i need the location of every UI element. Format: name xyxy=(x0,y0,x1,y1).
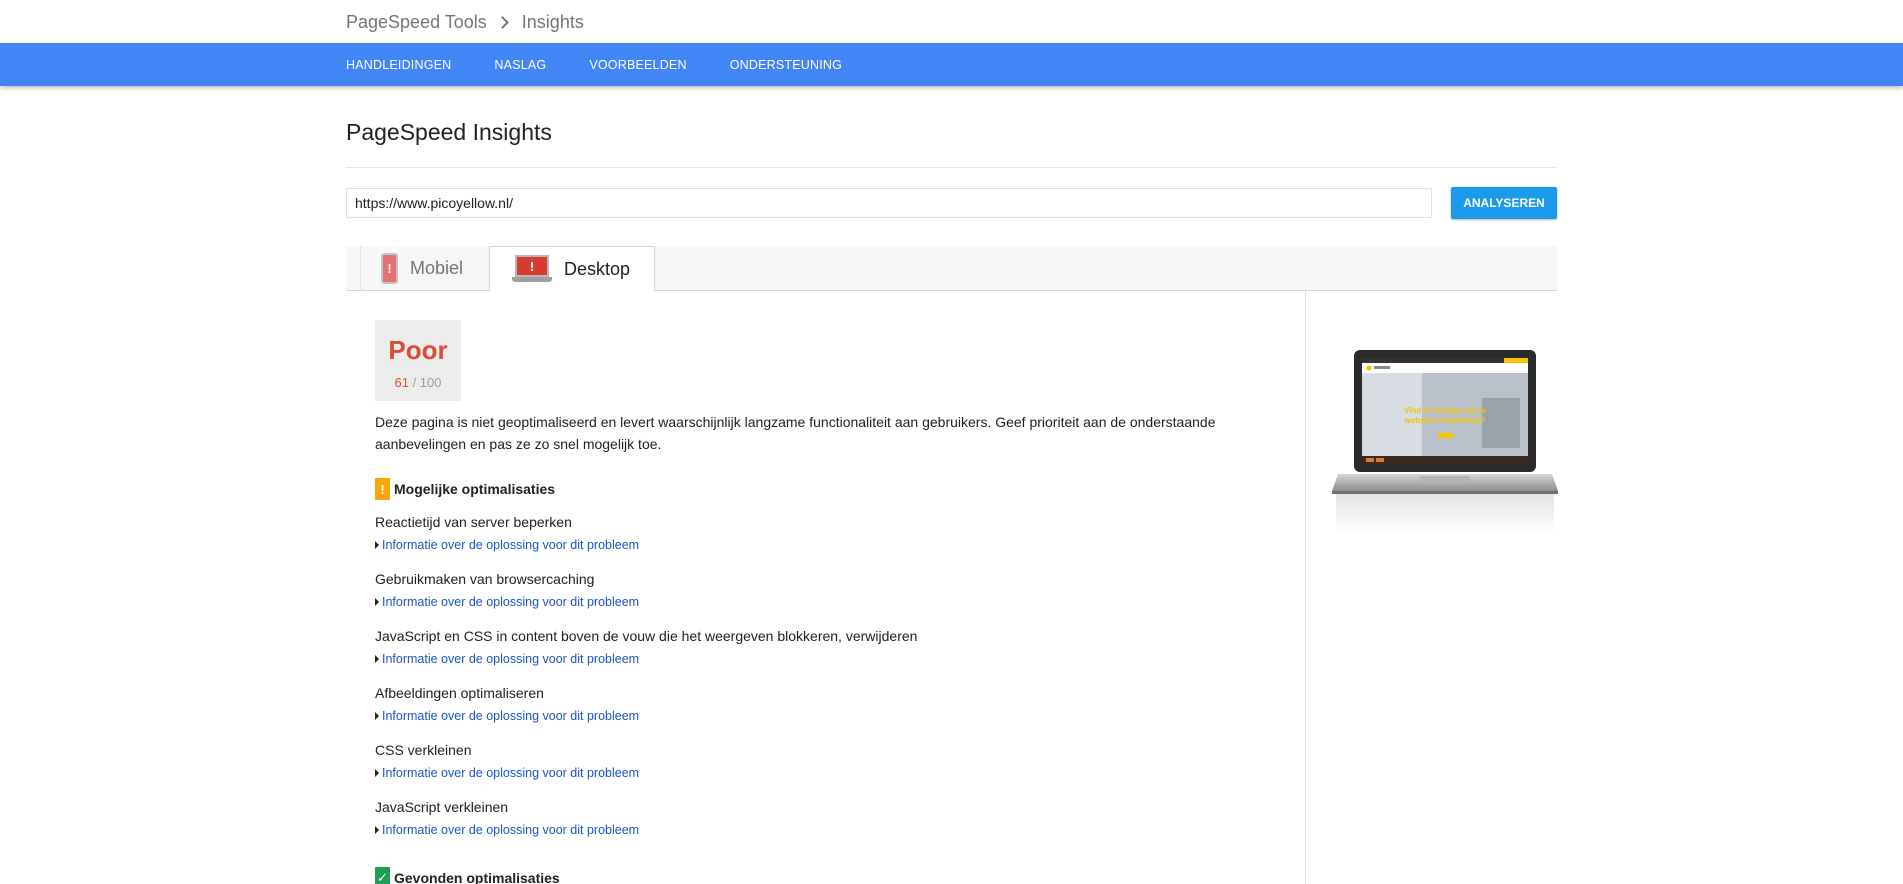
tab-mobile[interactable]: ! Mobiel xyxy=(360,246,488,291)
found-optimizations-label: Gevonden optimalisaties xyxy=(394,870,560,884)
warning-icon: ! xyxy=(375,478,390,500)
list-item: Reactietijd van server beperken Informat… xyxy=(375,514,639,552)
laptop-screenshot-icon: Vind in Google met je website of webshop… xyxy=(1332,350,1558,534)
main-nav: HANDLEIDINGEN NASLAG VOORBEELDEN ONDERST… xyxy=(0,43,1903,86)
possible-optimizations-label: Mogelijke optimalisaties xyxy=(394,481,556,497)
caret-right-icon xyxy=(375,826,379,834)
score-number: 61 / 100 xyxy=(375,375,461,390)
rule-title: Gebruikmaken van browsercaching xyxy=(375,571,595,587)
rule-details-link[interactable]: Informatie over de oplossing voor dit pr… xyxy=(375,766,639,780)
rule-title: Afbeeldingen optimaliseren xyxy=(375,685,544,701)
list-item: JavaScript en CSS in content boven de vo… xyxy=(375,628,917,666)
rule-details-link[interactable]: Informatie over de oplossing voor dit pr… xyxy=(375,538,639,552)
score-verdict: Poor xyxy=(388,335,448,365)
nav-item-handleidingen[interactable]: HANDLEIDINGEN xyxy=(346,58,451,72)
preview-headline-line2: website of webshop? xyxy=(1404,416,1486,425)
score-value: 61 xyxy=(394,375,409,390)
rule-details-link[interactable]: Informatie over de oplossing voor dit pr… xyxy=(375,595,639,609)
caret-right-icon xyxy=(375,541,379,549)
tab-desktop[interactable]: ! Desktop xyxy=(489,246,655,292)
title-divider xyxy=(346,167,1557,168)
nav-item-ondersteuning[interactable]: ONDERSTEUNING xyxy=(730,58,842,72)
preview-headline-line1: Vind in Google met je xyxy=(1404,406,1486,415)
page-title: PageSpeed Insights xyxy=(346,119,552,145)
rule-title: Reactietijd van server beperken xyxy=(375,514,572,530)
rule-title: CSS verkleinen xyxy=(375,742,472,758)
breadcrumb: PageSpeed Tools Insights xyxy=(346,12,584,33)
list-item: CSS verkleinen Informatie over de oploss… xyxy=(375,742,639,780)
caret-right-icon xyxy=(375,598,379,606)
rule-details-link[interactable]: Informatie over de oplossing voor dit pr… xyxy=(375,652,917,666)
score-max: / 100 xyxy=(412,375,442,390)
checkmark-icon: ✓ xyxy=(375,867,390,884)
list-item: Afbeeldingen optimaliseren Informatie ov… xyxy=(375,685,639,723)
mobile-warning-icon: ! xyxy=(381,253,398,284)
chevron-right-icon xyxy=(495,16,509,29)
device-tabs: ! Mobiel ! Desktop xyxy=(346,246,1557,292)
score-badge: Poor 61 / 100 xyxy=(375,320,461,401)
caret-right-icon xyxy=(375,655,379,663)
desktop-warning-icon: ! xyxy=(512,255,552,283)
rule-title: JavaScript verkleinen xyxy=(375,799,509,815)
rule-details-link[interactable]: Informatie over de oplossing voor dit pr… xyxy=(375,709,639,723)
nav-item-voorbeelden[interactable]: VOORBEELDEN xyxy=(589,58,686,72)
list-item: JavaScript verkleinen Informatie over de… xyxy=(375,799,639,837)
nav-item-naslag[interactable]: NASLAG xyxy=(494,58,546,72)
analyze-button[interactable]: ANALYSEREN xyxy=(1451,187,1557,219)
tab-mobile-label: Mobiel xyxy=(410,258,464,278)
caret-right-icon xyxy=(375,769,379,777)
url-input[interactable] xyxy=(346,188,1432,218)
found-optimizations-heading: ✓ Gevonden optimalisaties xyxy=(375,867,560,884)
column-divider xyxy=(1305,291,1306,884)
rule-details-link[interactable]: Informatie over de oplossing voor dit pr… xyxy=(375,823,639,837)
breadcrumb-insights[interactable]: Insights xyxy=(522,12,584,33)
caret-right-icon xyxy=(375,712,379,720)
rule-title: JavaScript en CSS in content boven de vo… xyxy=(375,628,918,644)
top-bar: PageSpeed Tools Insights xyxy=(0,0,1903,43)
score-summary: Deze pagina is niet geoptimaliseerd en l… xyxy=(375,414,1216,452)
possible-optimizations-heading: ! Mogelijke optimalisaties xyxy=(375,478,555,500)
tab-desktop-label: Desktop xyxy=(564,258,631,279)
list-item: Gebruikmaken van browsercaching Informat… xyxy=(375,571,639,609)
breadcrumb-pagespeed-tools[interactable]: PageSpeed Tools xyxy=(346,12,487,33)
